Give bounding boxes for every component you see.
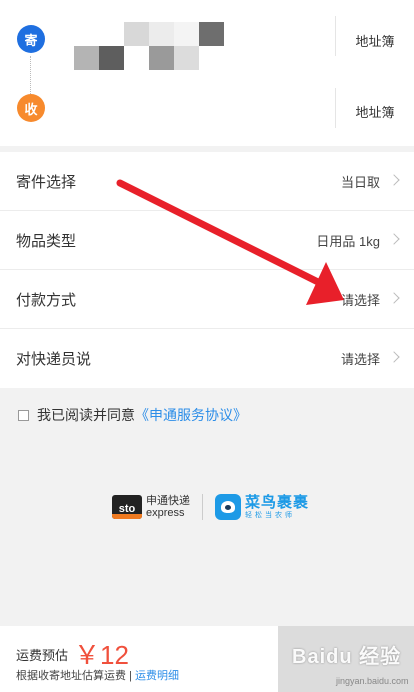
fee-label: 运费预估 [16, 648, 69, 663]
option-label: 寄件选择 [16, 173, 77, 191]
option-pickup-choice[interactable]: 寄件选择 当日取 [0, 152, 414, 211]
option-note-to-courier[interactable]: 对快递员说 请选择 [0, 329, 414, 388]
sender-address-mosaic [74, 22, 224, 70]
option-item-type[interactable]: 物品类型 日用品 1kg [0, 211, 414, 270]
address-card: 寄 地址簿 收 地址簿 [0, 0, 414, 200]
sender-address-book-button[interactable]: 地址簿 [336, 31, 414, 50]
sto-name-cn: 申通快递 [146, 495, 190, 507]
sto-logo-text: 申通快递 express [146, 495, 190, 519]
mosaic-cell [74, 46, 99, 70]
option-value: 请选择 [340, 292, 380, 308]
sto-name-en: express [146, 507, 185, 519]
mosaic-cell [74, 22, 99, 46]
mosaic-cell [124, 46, 149, 70]
mosaic-cell [174, 46, 199, 70]
option-label: 付款方式 [16, 291, 77, 309]
option-label: 对快递员说 [16, 351, 92, 368]
cainiao-logo-text: 菜鸟裹裹 轻松当农师 [245, 493, 310, 520]
chevron-right-icon [388, 174, 400, 186]
mosaic-cell [99, 46, 124, 70]
receiver-address-book-button[interactable]: 地址簿 [336, 102, 414, 121]
cainiao-name: 菜鸟裹裹 [245, 493, 310, 511]
option-value: 请选择 [340, 352, 380, 367]
chevron-right-icon [388, 233, 400, 245]
fee-detail-link[interactable]: 运费明细 [135, 670, 179, 682]
mosaic-cell [199, 22, 224, 46]
option-value: 日用品 1kg [316, 233, 380, 249]
agreement-text: 我已阅读并同意 [37, 407, 135, 423]
receiver-address-row[interactable]: 收 地址簿 [0, 76, 414, 200]
fee-note-divider: | [129, 670, 132, 682]
sto-logo-icon: sto [112, 495, 142, 519]
mosaic-cell [199, 46, 224, 70]
receiver-badge: 收 [17, 94, 45, 122]
cainiao-bird-icon [215, 494, 241, 520]
fee-note: 根据收寄地址估算运费 [16, 670, 126, 682]
order-options-list: 寄件选择 当日取 物品类型 日用品 1kg 付款方式 请选择 对快递员说 请选择 [0, 152, 414, 388]
sender-badge: 寄 [17, 25, 45, 53]
mosaic-cell [99, 22, 124, 46]
watermark-main: Baidu 经验 [292, 646, 402, 668]
mosaic-cell [174, 22, 199, 46]
chevron-right-icon [388, 351, 400, 363]
watermark-url: jingyan.baidu.com [336, 676, 409, 686]
cainiao-slogan: 轻松当农师 [245, 511, 295, 519]
mosaic-cell [149, 22, 174, 46]
logo-divider [202, 494, 203, 520]
chevron-right-icon [388, 292, 400, 304]
partner-logos: sto 申通快递 express 菜鸟裹裹 轻松当农师 [112, 494, 309, 520]
sender-address-row[interactable]: 寄 地址簿 [0, 6, 414, 76]
baidu-watermark: Baidu 经验 jingyan.baidu.com [292, 640, 409, 686]
agreement-link[interactable]: 《申通服务协议》 [135, 405, 247, 425]
agreement-checkbox[interactable] [18, 409, 29, 421]
fee-note-row: 根据收寄地址估算运费 | 运费明细 [16, 667, 179, 683]
option-payment-method[interactable]: 付款方式 请选择 [0, 270, 414, 329]
mosaic-cell [149, 46, 174, 70]
option-value: 当日取 [340, 174, 380, 190]
agreement-row: 我已阅读并同意 《申通服务协议》 [18, 405, 247, 425]
mosaic-cell [124, 22, 149, 46]
option-label: 物品类型 [16, 232, 77, 250]
